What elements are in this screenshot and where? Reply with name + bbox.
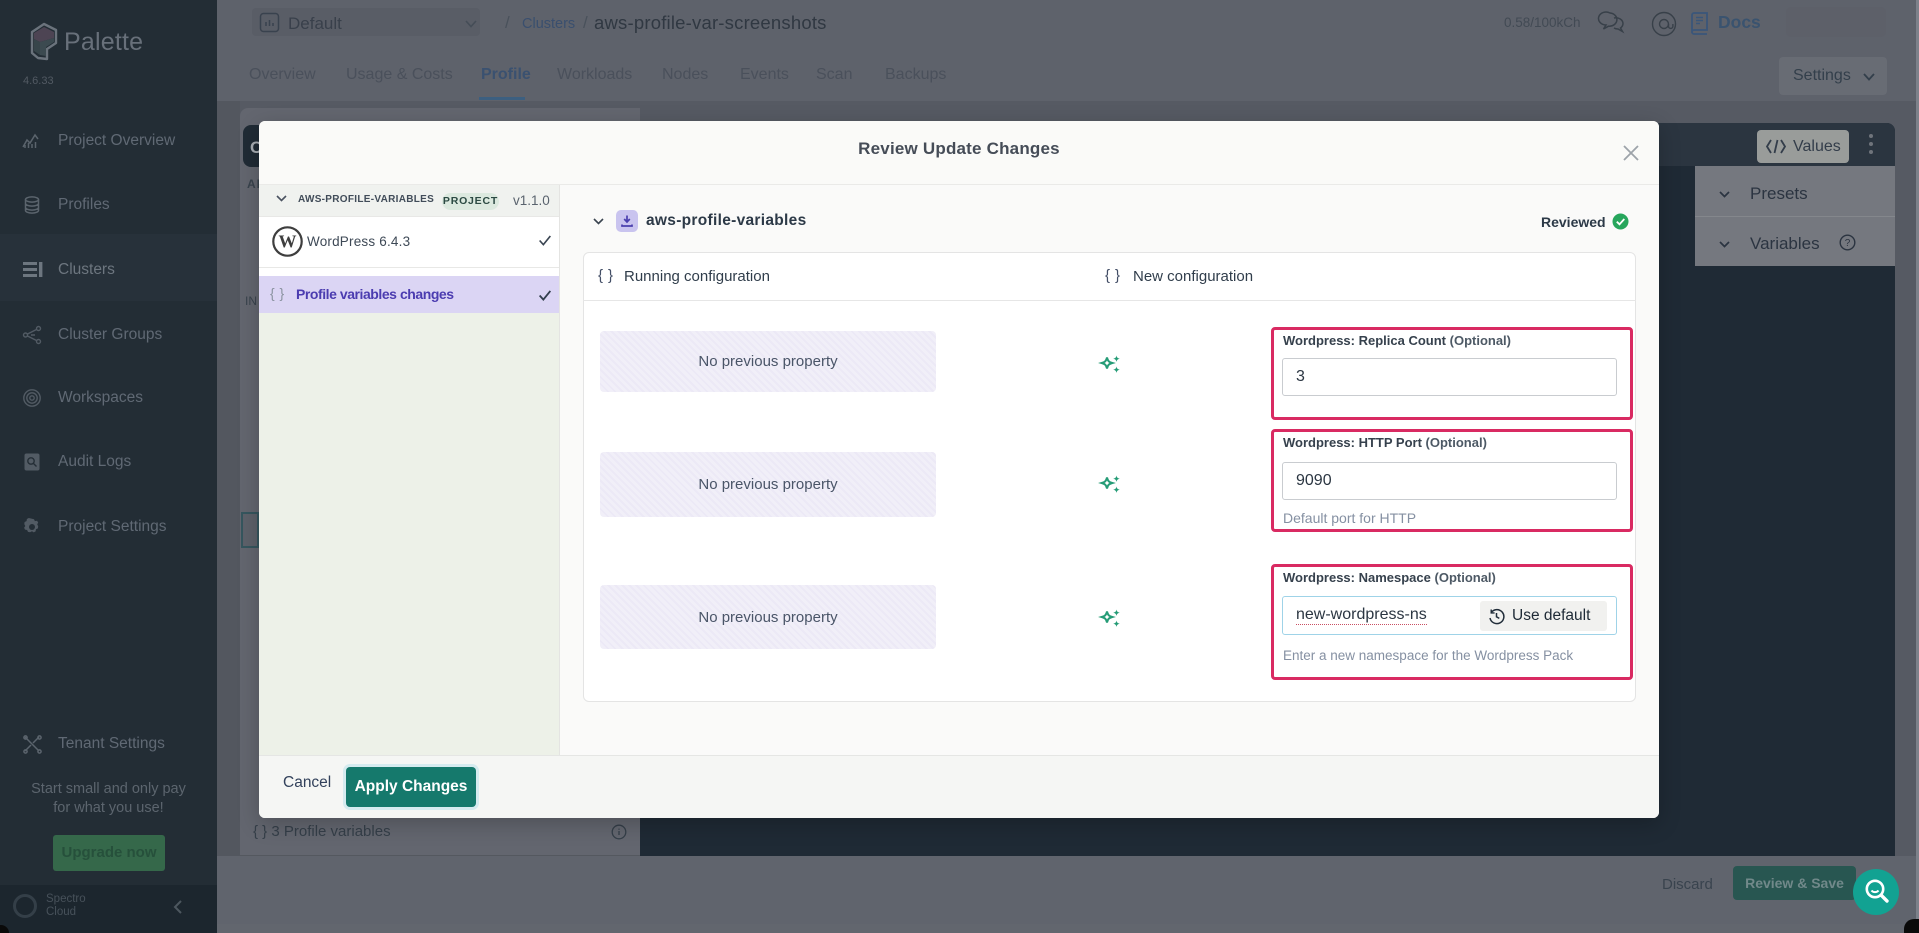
svg-text:W: W [279,232,297,252]
svg-text:?: ? [1845,238,1851,249]
